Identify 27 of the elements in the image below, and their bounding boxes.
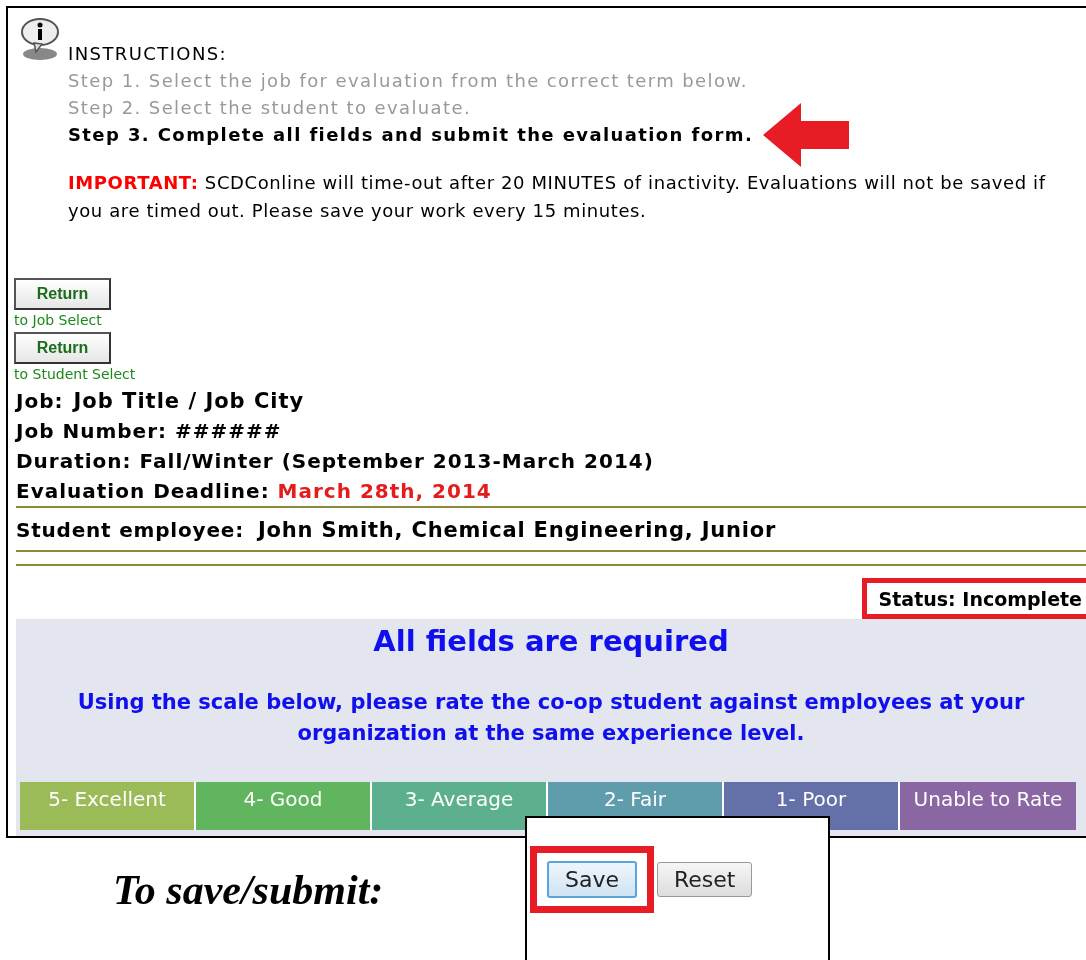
- form-heading: All fields are required: [372, 625, 730, 657]
- rating-scale-label: 3- Average: [372, 782, 548, 830]
- job-duration: Duration: Fall/Winter (September 2013-March 2014): [16, 448, 655, 475]
- instruction-step: Step 2. Select the student to evaluate.: [68, 94, 1068, 121]
- rating-scale-label: 5- Excellent: [20, 782, 196, 830]
- return-caption: to Job Select: [14, 312, 102, 328]
- form-button[interactable]: Save: [547, 861, 637, 898]
- evaluation-deadline: Evaluation Deadline: March 28th, 2014: [16, 478, 493, 505]
- save-instruction-caption: To save/submit:: [113, 866, 384, 914]
- return-button[interactable]: Return: [14, 332, 111, 364]
- important-notice: IMPORTANT: SCDConline will time-out after 20 MINUTES of inactivity. Evaluations will not be saved if you are timed out. Please save your work every 15 minutes.: [68, 171, 1047, 223]
- arrow-icon: [763, 103, 849, 167]
- instruction-step: Step 1. Select the job for evaluation from the correct term below.: [68, 67, 1068, 94]
- info-icon: [20, 16, 60, 62]
- rating-scale-label: 4- Good: [196, 782, 372, 830]
- job-number: Job Number: ######: [16, 418, 283, 445]
- form-button[interactable]: Reset: [657, 862, 753, 897]
- instruction-step: Step 3. Complete all fields and submit the evaluation form.: [68, 121, 1068, 148]
- status-label: Status: Incomplete: [861, 578, 1086, 619]
- job-title: Job: Job Title / Job City: [16, 388, 306, 415]
- instructions-heading: INSTRUCTIONS:: [68, 42, 229, 66]
- student-label: Student employee:: [16, 518, 244, 542]
- return-button[interactable]: Return: [14, 278, 111, 310]
- rating-scale-label: Unable to Rate: [900, 782, 1076, 830]
- return-caption: to Student Select: [14, 366, 136, 382]
- form-instruction: Using the scale below, please rate the co-op student against employees at your organization at the same experience level.: [76, 689, 1026, 747]
- student-name: John Smith, Chemical Engineering, Junior: [257, 518, 777, 542]
